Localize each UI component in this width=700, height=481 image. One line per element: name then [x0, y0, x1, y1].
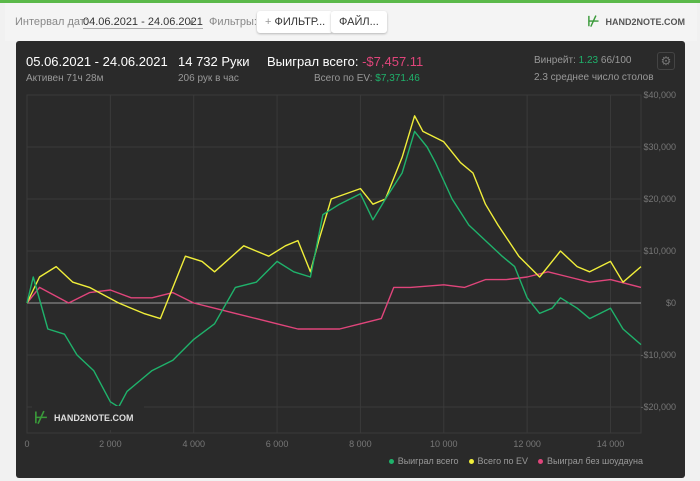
y-tick-label: -$10,000	[640, 350, 676, 360]
y-tick-label: $40,000	[643, 90, 676, 100]
date-label: Интервал дат:	[15, 16, 88, 28]
y-tick-label: -$20,000	[640, 402, 676, 412]
legend-item-won[interactable]: Выиграл всего	[388, 456, 459, 466]
series-line	[26, 130, 642, 408]
chevron-down-icon[interactable]: ▼	[187, 18, 195, 27]
x-tick-label: 6 000	[266, 439, 289, 449]
series-line	[26, 271, 642, 330]
x-tick-label: 8 000	[349, 439, 372, 449]
logo-icon: ⊬	[34, 410, 48, 427]
hand2note-logo: ⊬ HAND2NOTE.COM	[587, 13, 685, 30]
stats-panel: 05.06.2021 - 24.06.2021 Активен 71ч 28м …	[16, 41, 685, 478]
logo-icon: ⊬	[587, 13, 600, 29]
y-tick-label: $10,000	[643, 246, 676, 256]
legend-item-ev[interactable]: Всего по EV	[468, 456, 528, 466]
file-button[interactable]: ФАЙЛ...	[331, 11, 387, 33]
filter-button-label: ФИЛЬТР...	[274, 16, 326, 28]
toolbar: Интервал дат: 04.06.2021 - 24.06.2021 ▼ …	[5, 3, 697, 41]
chart-watermark: ⊬ HAND2NOTE.COM	[32, 406, 144, 430]
logo-text: HAND2NOTE.COM	[605, 16, 685, 27]
date-range-select[interactable]: 04.06.2021 - 24.06.2021	[83, 16, 203, 29]
x-tick-label: 10 000	[430, 439, 458, 449]
x-tick-label: 12 000	[513, 439, 541, 449]
x-tick-label: 4 000	[182, 439, 205, 449]
watermark-text: HAND2NOTE.COM	[53, 413, 134, 423]
chart-legend: Выиграл всего Всего по EV Выиграл без шо…	[388, 456, 643, 466]
plot-frame	[26, 94, 642, 434]
legend-item-no-showdown[interactable]: Выиграл без шоудауна	[538, 456, 643, 466]
x-tick-label: 0	[24, 439, 29, 449]
x-tick-label: 14 000	[597, 439, 625, 449]
add-filter-button[interactable]: + ФИЛЬТР...	[257, 11, 334, 33]
y-tick-label: $30,000	[643, 142, 676, 152]
x-tick-label: 2 000	[99, 439, 122, 449]
y-tick-label: $20,000	[643, 194, 676, 204]
y-tick-label: $0	[666, 298, 676, 308]
filters-label: Фильтры:	[209, 16, 257, 28]
series-line	[26, 115, 642, 320]
